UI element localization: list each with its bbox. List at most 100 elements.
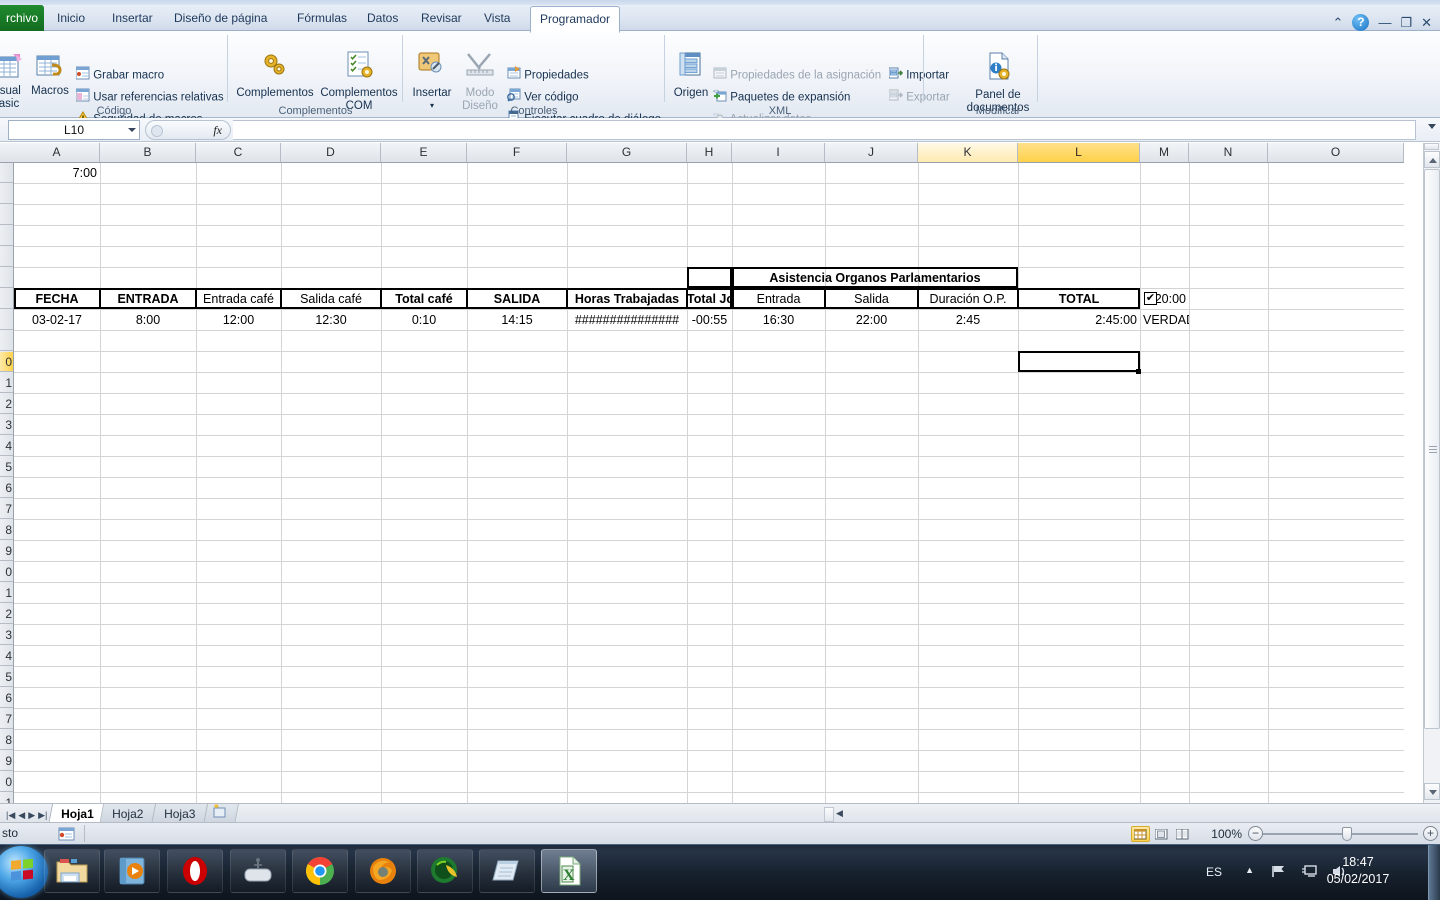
cell-H7[interactable]: Total Jornada [687,289,732,309]
cell-F8[interactable]: 14:15 [467,310,567,330]
cell-G7[interactable]: Horas Trabajadas [567,289,687,309]
row-header-28[interactable]: 9 [0,751,13,771]
tab-formulas[interactable]: Fórmulas [288,6,356,31]
tab-vista[interactable]: Vista [475,6,519,31]
row-header-27[interactable]: 8 [0,730,13,750]
cell-L8[interactable]: 2:45:00 [1018,310,1140,330]
avant-browser-button[interactable] [417,849,473,893]
propiedades-button[interactable]: Propiedades [507,66,589,85]
checkbox-control[interactable]: ✔ [1144,292,1157,305]
firefox-browser-button[interactable] [355,849,411,893]
tab-inicio[interactable]: Inicio [48,6,94,31]
cell-D8[interactable]: 12:30 [281,310,381,330]
network-icon[interactable] [1271,864,1288,884]
tab-insertar[interactable]: Insertar [103,6,162,31]
cell-E8[interactable]: 0:10 [381,310,467,330]
row-header-1[interactable] [0,184,13,204]
column-header-M[interactable]: M [1140,143,1189,162]
column-header-L[interactable]: L [1018,143,1140,162]
cell-B8[interactable]: 8:00 [100,310,196,330]
cell-J8[interactable]: 22:00 [825,310,918,330]
sheet-nav-buttons[interactable]: |◀ ◀ ▶ ▶| [6,807,52,823]
hscroll-left-arrow-icon[interactable]: ◀ [836,808,843,819]
formula-input[interactable] [233,120,1416,140]
file-explorer-button[interactable] [44,849,100,893]
row-header-11[interactable]: 2 [0,394,13,414]
row-header-17[interactable]: 8 [0,520,13,540]
vertical-scrollbar[interactable] [1423,143,1440,803]
zoom-level-label[interactable]: 100% [1211,827,1242,841]
cell-G8[interactable]: ############### [567,310,687,330]
restore-icon[interactable]: ❐ [1400,16,1412,29]
scroll-up-button[interactable] [1424,151,1440,168]
tab-revisar[interactable]: Revisar [412,6,471,31]
column-header-F[interactable]: F [467,143,567,162]
cell-A8[interactable]: 03-02-17 [14,310,100,330]
name-box-dropdown-icon[interactable] [128,128,136,132]
chrome-browser-button[interactable] [292,849,348,893]
cell-K8[interactable]: 2:45 [918,310,1018,330]
zoom-in-button[interactable]: + [1423,826,1438,841]
row-header-24[interactable]: 5 [0,667,13,687]
expand-formula-bar-icon[interactable] [1428,124,1436,129]
help-icon[interactable]: ? [1352,14,1370,31]
row-header-15[interactable]: 6 [0,478,13,498]
language-indicator[interactable]: ES [1206,865,1222,879]
complementos-com-button[interactable]: Complementos COM [318,51,400,113]
insert-function-button[interactable]: fx [145,120,231,140]
nav-next-icon[interactable]: ▶ [28,810,35,821]
row-header-14[interactable]: 5 [0,457,13,477]
media-player-button[interactable] [104,849,160,893]
start-orb[interactable] [0,846,48,898]
close-icon[interactable]: ✕ [1421,16,1432,29]
tab-datos[interactable]: Datos [358,6,407,31]
column-header-N[interactable]: N [1189,143,1268,162]
exportar-button[interactable]: Exportar [888,88,950,107]
opera-browser-button[interactable] [167,849,223,893]
cell-A7[interactable]: FECHA [14,289,100,309]
macros-button[interactable]: Macros [28,53,72,98]
show-hidden-icons-button[interactable]: ▲ [1245,865,1254,875]
cell-D7[interactable]: Salida café [281,289,381,309]
cell-H8[interactable]: -00:55 [687,310,732,330]
row-header-2[interactable] [0,205,13,225]
column-header-C[interactable]: C [196,143,281,162]
row-header-23[interactable]: 4 [0,646,13,666]
nav-prev-icon[interactable]: ◀ [18,810,25,821]
cell-I6[interactable]: Asistencia Organos Parlamentarios [732,268,1018,288]
importar-button[interactable]: Importar [888,66,949,85]
zoom-slider-track[interactable] [1248,833,1418,835]
cell-M8[interactable]: VERDADERO [1140,310,1189,330]
column-header-G[interactable]: G [567,143,687,162]
nav-first-icon[interactable]: |◀ [6,810,15,821]
cell-B7[interactable]: ENTRADA [100,289,196,309]
vertical-scroll-thumb[interactable] [1424,169,1440,729]
horizontal-split-handle[interactable] [824,807,834,822]
row-header-6[interactable] [0,289,13,309]
propiedades-asignacion-button[interactable]: Propiedades de la asignación [713,66,881,85]
normal-view-button[interactable] [1131,826,1150,842]
row-header-10[interactable]: 1 [0,373,13,393]
column-header-I[interactable]: I [732,143,825,162]
fill-handle[interactable] [1136,369,1141,374]
row-header-3[interactable] [0,226,13,246]
column-header-E[interactable]: E [381,143,467,162]
row-header-12[interactable]: 3 [0,415,13,435]
active-cell-selection[interactable] [1018,351,1140,372]
row-header-21[interactable]: 2 [0,604,13,624]
row-header-20[interactable]: 1 [0,583,13,603]
row-header-22[interactable]: 3 [0,625,13,645]
row-header-25[interactable]: 6 [0,688,13,708]
complementos-button[interactable]: Complementos [232,51,318,100]
zoom-slider-handle[interactable] [1342,827,1352,841]
column-header-B[interactable]: B [100,143,196,162]
cell-area[interactable]: 7:00 Asistencia Organos Parlamentarios FEC… [14,163,1404,803]
cell-K7[interactable]: Duración O.P. [918,289,1018,309]
minimize-icon[interactable]: — [1378,16,1391,29]
zoom-out-button[interactable]: − [1248,826,1263,841]
column-header-A[interactable]: A [14,143,100,162]
row-header-26[interactable]: 7 [0,709,13,729]
modo-diseno-button[interactable]: Modo Diseño [457,51,503,113]
tab-archivo[interactable]: rchivo [0,5,44,32]
cell-I7[interactable]: Entrada [732,289,825,309]
